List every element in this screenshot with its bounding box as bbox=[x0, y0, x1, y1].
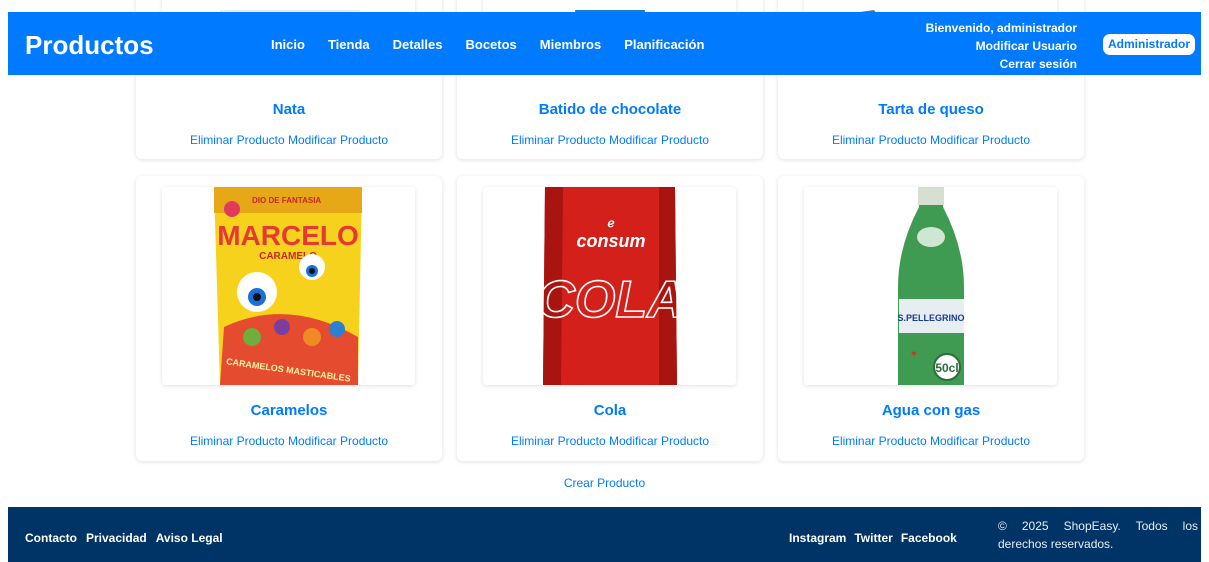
agua-brand-text: S.PELLEGRINO bbox=[897, 313, 964, 323]
main-nav: Inicio Tienda Detalles Bocetos Miembros … bbox=[271, 37, 727, 53]
footer-link-aviso-legal[interactable]: Aviso Legal bbox=[156, 531, 223, 545]
product-actions: Eliminar Producto Modificar Producto bbox=[457, 434, 763, 448]
product-name[interactable]: Cola bbox=[457, 402, 763, 419]
footer-link-facebook[interactable]: Facebook bbox=[901, 531, 957, 545]
modify-product-link[interactable]: Modificar Producto bbox=[609, 434, 709, 448]
welcome-text: Bienvenido, administrador bbox=[925, 21, 1077, 35]
delete-product-link[interactable]: Eliminar Producto bbox=[190, 434, 285, 448]
cola-brand-text: consum bbox=[576, 231, 645, 251]
caramelos-brand-text: DIO DE FANTASIA bbox=[252, 196, 321, 205]
create-product-link[interactable]: Crear Producto bbox=[564, 476, 645, 490]
footer-links: Contacto Privacidad Aviso Legal bbox=[25, 531, 223, 545]
footer: Contacto Privacidad Aviso Legal Instagra… bbox=[8, 507, 1201, 562]
svg-text:ℯ: ℯ bbox=[607, 216, 614, 230]
delete-product-link[interactable]: Eliminar Producto bbox=[511, 133, 606, 147]
modify-product-link[interactable]: Modificar Producto bbox=[930, 133, 1030, 147]
create-product-container: Crear Producto bbox=[0, 476, 1209, 490]
modify-product-link[interactable]: Modificar Producto bbox=[609, 133, 709, 147]
product-actions: Eliminar Producto Modificar Producto bbox=[136, 434, 442, 448]
modify-product-link[interactable]: Modificar Producto bbox=[930, 434, 1030, 448]
product-image-caramelos[interactable]: DIO DE FANTASIA MARCELO CARAMELO CARAMEL… bbox=[162, 187, 415, 385]
copyright-text: © 2025 ShopEasy. Todos los derechos rese… bbox=[998, 519, 1198, 551]
svg-text:✶: ✶ bbox=[910, 349, 918, 360]
nav-inicio[interactable]: Inicio bbox=[271, 37, 305, 53]
modify-product-link[interactable]: Modificar Producto bbox=[288, 133, 388, 147]
user-menu: Bienvenido, administrador Modificar Usua… bbox=[926, 19, 1077, 73]
logout-link[interactable]: Cerrar sesión bbox=[926, 55, 1077, 73]
modify-product-link[interactable]: Modificar Producto bbox=[288, 434, 388, 448]
nav-bocetos[interactable]: Bocetos bbox=[466, 37, 517, 53]
delete-product-link[interactable]: Eliminar Producto bbox=[832, 434, 927, 448]
nav-miembros[interactable]: Miembros bbox=[540, 37, 601, 53]
modify-user-link[interactable]: Modificar Usuario bbox=[926, 37, 1077, 55]
product-name[interactable]: Caramelos bbox=[136, 402, 442, 419]
product-actions: Eliminar Producto Modificar Producto bbox=[136, 133, 442, 147]
delete-product-link[interactable]: Eliminar Producto bbox=[511, 434, 606, 448]
delete-product-link[interactable]: Eliminar Producto bbox=[832, 133, 927, 147]
nav-tienda[interactable]: Tienda bbox=[328, 37, 370, 53]
product-name[interactable]: Agua con gas bbox=[778, 402, 1084, 419]
product-actions: Eliminar Producto Modificar Producto bbox=[778, 434, 1084, 448]
product-name[interactable]: Tarta de queso bbox=[778, 101, 1084, 118]
product-name[interactable]: Nata bbox=[136, 101, 442, 118]
nav-planificacion[interactable]: Planificación bbox=[624, 37, 704, 53]
top-navbar: Productos Inicio Tienda Detalles Bocetos… bbox=[8, 12, 1201, 75]
cola-title-text: COLA bbox=[537, 271, 684, 329]
product-card-caramelos: DIO DE FANTASIA MARCELO CARAMELO CARAMEL… bbox=[136, 176, 442, 461]
footer-social: Instagram Twitter Facebook bbox=[789, 531, 957, 545]
product-actions: Eliminar Producto Modificar Producto bbox=[778, 133, 1084, 147]
product-name[interactable]: Batido de chocolate bbox=[457, 101, 763, 118]
page-title: Productos bbox=[25, 30, 154, 60]
delete-product-link[interactable]: Eliminar Producto bbox=[190, 133, 285, 147]
page: Productos Inicio Tienda Detalles Bocetos… bbox=[0, 0, 1209, 562]
product-card-agua: S.PELLEGRINO ✶ 50cl Agua con gas Elimina… bbox=[778, 176, 1084, 461]
product-image-agua[interactable]: S.PELLEGRINO ✶ 50cl bbox=[804, 187, 1057, 385]
footer-link-twitter[interactable]: Twitter bbox=[854, 531, 892, 545]
caramelos-title-text: MARCELO bbox=[217, 220, 359, 251]
agua-size-text: 50cl bbox=[935, 361, 958, 375]
footer-link-instagram[interactable]: Instagram bbox=[789, 531, 846, 545]
admin-button[interactable]: Administrador bbox=[1102, 34, 1195, 55]
product-card-cola: ℯ consum COLA Cola Eliminar Producto Mod… bbox=[457, 176, 763, 461]
product-image-cola[interactable]: ℯ consum COLA bbox=[483, 187, 736, 385]
footer-link-privacidad[interactable]: Privacidad bbox=[86, 531, 147, 545]
product-actions: Eliminar Producto Modificar Producto bbox=[457, 133, 763, 147]
footer-link-contacto[interactable]: Contacto bbox=[25, 531, 77, 545]
nav-detalles[interactable]: Detalles bbox=[393, 37, 443, 53]
